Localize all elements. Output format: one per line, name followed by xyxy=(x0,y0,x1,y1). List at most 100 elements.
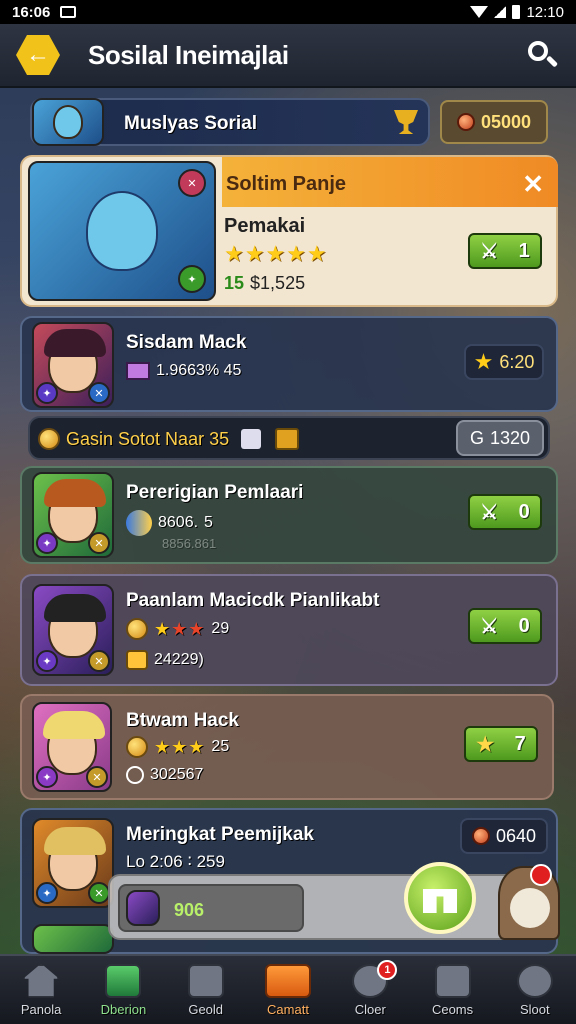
search-button[interactable] xyxy=(524,37,560,73)
sword-badge-icon: ✕ xyxy=(178,169,206,197)
player-button-value: 7 xyxy=(514,732,526,755)
hero-face xyxy=(86,191,158,271)
player-portrait: ✦ ✕ xyxy=(32,322,114,408)
player-stat-value: 302567 xyxy=(150,766,204,783)
element-badge-icon: ✕ xyxy=(88,882,110,904)
player-action-button[interactable]: ⚔ 0 xyxy=(468,608,542,644)
chat-bubble-icon xyxy=(264,963,311,998)
element-badge-icon: ✕ xyxy=(86,766,108,788)
player-card[interactable]: ✦ ✕ Paanlam Macicdk Pianlikabt ★★★ 29 24… xyxy=(20,574,558,686)
player-badge-value: 0640 xyxy=(495,825,537,846)
back-button[interactable]: ← xyxy=(16,35,60,75)
gold-bar-prefix: G xyxy=(469,427,484,448)
search-icon xyxy=(528,41,548,61)
gold-gem-icon xyxy=(38,428,60,450)
nav-item-division[interactable]: Dberion xyxy=(82,956,164,1024)
leaf-badge-icon: ✦ xyxy=(178,265,206,293)
gold-bar-label: Gasin Sotot Naar 35 xyxy=(66,428,230,449)
status-bar: 16:06 12:10 xyxy=(0,0,576,24)
chat-avatar xyxy=(126,890,160,926)
player-stat-suffix: 5 xyxy=(204,514,213,531)
nav-item-clock[interactable]: 1 Cloer xyxy=(329,956,411,1024)
rank-gem-icon xyxy=(126,736,148,758)
player-name: Pererigian Pemlaari xyxy=(126,482,304,503)
featured-price: 15 $1,525 xyxy=(224,273,305,294)
close-button[interactable]: ✕ xyxy=(522,169,544,200)
profile-name: Muslyas Sorial xyxy=(124,113,258,134)
player-rating: ★★★ 25 xyxy=(126,736,229,758)
dice-icon xyxy=(241,429,262,449)
player-portrait: ✦ ✕ xyxy=(32,472,114,558)
nav-item-home[interactable]: Panola xyxy=(0,956,82,1024)
gold-bar-value-pill: G 1320 xyxy=(456,420,544,456)
coin-icon xyxy=(471,827,490,845)
player-card[interactable]: ✦ ✕ Pererigian Pemlaari 8606. 5 8856.861… xyxy=(20,466,558,564)
crossed-swords-icon: ⚔ xyxy=(480,615,499,638)
featured-portrait: ✕ ✦ xyxy=(28,161,216,301)
nav-item-chat[interactable]: Camatt xyxy=(247,956,329,1024)
profile-bar[interactable]: Muslyas Sorial xyxy=(30,98,430,146)
nav-label: Geold xyxy=(188,1001,224,1017)
featured-card[interactable]: ✕ ✦ Soltim Panje ✕ Pemakai ★★★★★ 15 $1,5… xyxy=(20,155,558,307)
hero-face xyxy=(53,105,83,139)
nav-label: Camatt xyxy=(267,1001,309,1017)
player-button-value: 0 xyxy=(518,500,530,523)
player-portrait: ✦ ✕ xyxy=(32,584,114,676)
player-stat: Lo 2:06 ∶ 259 xyxy=(126,852,225,871)
player-card[interactable]: ✦ ✕ Btwam Hack ★★★ 25 302567 ★ 7 xyxy=(20,694,554,800)
hero-face xyxy=(44,594,106,658)
player-rating: ★★★ 29 xyxy=(126,618,229,640)
player-badge-value: 6:20 xyxy=(499,351,535,372)
class-badge-icon: ✦ xyxy=(36,382,58,404)
featured-price-value: $1,525 xyxy=(250,273,306,293)
coin-icon xyxy=(456,113,475,131)
player-action-button[interactable]: ★ 7 xyxy=(464,726,538,762)
featured-action-button[interactable]: ⚔ 1 xyxy=(468,233,542,269)
player-stat-value: 1.9663% 45 xyxy=(156,362,242,379)
nav-item-gold[interactable]: Geold xyxy=(165,956,247,1024)
gold-stack-icon xyxy=(126,650,148,670)
player-level: 29 xyxy=(211,620,230,637)
profile-avatar xyxy=(32,98,104,146)
player-stars: ★★★ xyxy=(154,736,206,757)
hero-face xyxy=(43,711,105,775)
nav-item-games[interactable]: Ceoms xyxy=(411,956,493,1024)
class-badge-icon: ✦ xyxy=(36,532,58,554)
player-name: Paanlam Macicdk Pianlikabt xyxy=(126,590,380,611)
mascot-icon[interactable] xyxy=(498,864,560,940)
featured-price-prefix: 15 xyxy=(224,273,245,293)
player-portrait-partial xyxy=(32,924,114,954)
player-portrait: ✦ ✕ xyxy=(32,702,112,792)
stars-red: ★★ xyxy=(171,618,206,639)
star-icon: ★ xyxy=(473,349,494,374)
featured-banner-title: Soltim Panje xyxy=(226,173,347,195)
player-stat: 8606. 5 xyxy=(126,510,213,536)
currency-pill[interactable]: 05000 xyxy=(440,100,548,144)
status-clock: 12:10 xyxy=(526,3,564,21)
signal-icon xyxy=(494,6,507,18)
player-stat: 1.9663% 45 xyxy=(126,362,241,380)
nav-label: Dberion xyxy=(100,1001,147,1017)
player-level: 25 xyxy=(211,738,230,755)
top-bar: ← Sosilal Ineimajlai xyxy=(0,24,576,88)
player-name: Sisdam Mack xyxy=(126,332,247,353)
class-badge-icon: ✦ xyxy=(36,766,58,788)
chat-fab-button[interactable] xyxy=(404,862,476,934)
cube-icon xyxy=(105,963,142,998)
star-icon: ★ xyxy=(476,733,495,756)
notification-icon xyxy=(60,6,77,18)
page-title: Sosilal Ineimajlai xyxy=(88,39,289,70)
player-action-button[interactable]: ⚔ 0 xyxy=(468,494,542,530)
featured-stars: ★★★★★ xyxy=(224,241,328,266)
element-badge-icon: ✕ xyxy=(88,382,110,404)
player-card[interactable]: ✦ ✕ Sisdam Mack 1.9663% 45 ★ 6:20 xyxy=(20,316,558,412)
nav-item-shoot[interactable]: Sloot xyxy=(494,956,576,1024)
chat-input-box[interactable]: 906 xyxy=(118,884,304,932)
class-badge-icon: ✦ xyxy=(36,882,58,904)
gold-bar[interactable]: Gasin Sotot Naar 35 G 1320 xyxy=(28,416,550,460)
player-name: Meringkat Peemijkak xyxy=(126,824,314,845)
arrow-left-icon: ← xyxy=(26,41,50,68)
class-badge-icon: ✦ xyxy=(36,650,58,672)
gamepad-icon xyxy=(434,963,471,998)
coin-outline-icon xyxy=(126,766,144,784)
